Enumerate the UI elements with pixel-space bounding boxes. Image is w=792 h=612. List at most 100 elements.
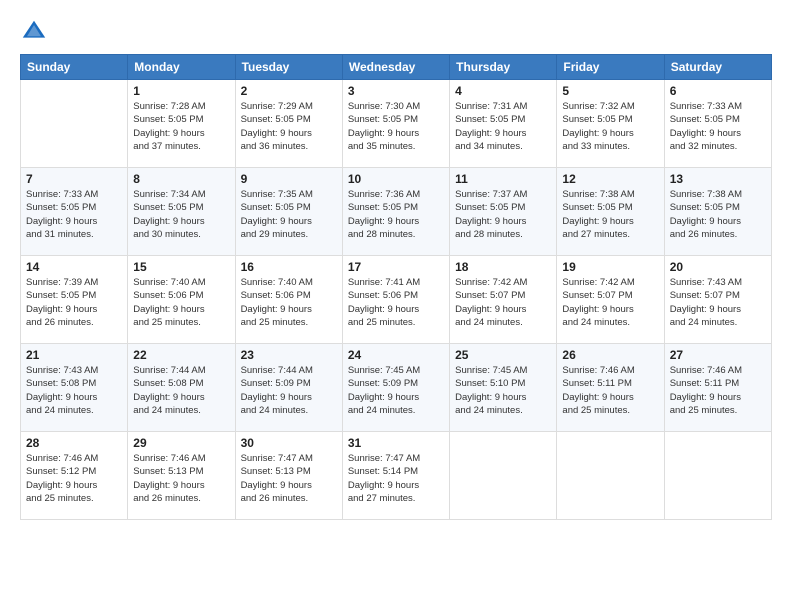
calendar-weekday-saturday: Saturday xyxy=(664,55,771,80)
day-info: Sunrise: 7:34 AM Sunset: 5:05 PM Dayligh… xyxy=(133,188,229,241)
day-info: Sunrise: 7:46 AM Sunset: 5:11 PM Dayligh… xyxy=(562,364,658,417)
day-info: Sunrise: 7:46 AM Sunset: 5:11 PM Dayligh… xyxy=(670,364,766,417)
day-info: Sunrise: 7:42 AM Sunset: 5:07 PM Dayligh… xyxy=(562,276,658,329)
calendar-day-3: 3 Sunrise: 7:30 AM Sunset: 5:05 PM Daylig… xyxy=(342,80,449,168)
day-number: 13 xyxy=(670,172,766,186)
calendar-empty-cell xyxy=(21,80,128,168)
calendar-day-25: 25 Sunrise: 7:45 AM Sunset: 5:10 PM Dayli… xyxy=(450,344,557,432)
day-number: 17 xyxy=(348,260,444,274)
calendar-day-23: 23 Sunrise: 7:44 AM Sunset: 5:09 PM Dayli… xyxy=(235,344,342,432)
calendar-week-3: 14Sunrise: 7:39 AM Sunset: 5:05 PM Dayli… xyxy=(21,256,772,344)
day-number: 19 xyxy=(562,260,658,274)
page: SundayMondayTuesdayWednesdayThursdayFrid… xyxy=(0,0,792,612)
day-info: Sunrise: 7:29 AM Sunset: 5:05 PM Dayligh… xyxy=(241,100,337,153)
calendar-week-5: 28 Sunrise: 7:46 AM Sunset: 5:12 PM Dayli… xyxy=(21,432,772,520)
calendar-day-7: 7Sunrise: 7:33 AM Sunset: 5:05 PM Daylig… xyxy=(21,168,128,256)
logo-icon xyxy=(20,18,48,46)
calendar-day-6: 6Sunrise: 7:33 AM Sunset: 5:05 PM Daylig… xyxy=(664,80,771,168)
day-info: Sunrise: 7:46 AM Sunset: 5:12 PM Dayligh… xyxy=(26,452,122,505)
calendar-day-20: 20 Sunrise: 7:43 AM Sunset: 5:07 PM Dayli… xyxy=(664,256,771,344)
day-info: Sunrise: 7:43 AM Sunset: 5:07 PM Dayligh… xyxy=(670,276,766,329)
calendar-day-19: 19 Sunrise: 7:42 AM Sunset: 5:07 PM Dayli… xyxy=(557,256,664,344)
calendar-empty-cell xyxy=(664,432,771,520)
day-info: Sunrise: 7:43 AM Sunset: 5:08 PM Dayligh… xyxy=(26,364,122,417)
day-info: Sunrise: 7:38 AM Sunset: 5:05 PM Dayligh… xyxy=(562,188,658,241)
day-info: Sunrise: 7:47 AM Sunset: 5:13 PM Dayligh… xyxy=(241,452,337,505)
calendar-header-row: SundayMondayTuesdayWednesdayThursdayFrid… xyxy=(21,55,772,80)
day-number: 1 xyxy=(133,84,229,98)
day-number: 9 xyxy=(241,172,337,186)
day-number: 5 xyxy=(562,84,658,98)
day-number: 18 xyxy=(455,260,551,274)
calendar-day-26: 26 Sunrise: 7:46 AM Sunset: 5:11 PM Dayli… xyxy=(557,344,664,432)
day-info: Sunrise: 7:39 AM Sunset: 5:05 PM Dayligh… xyxy=(26,276,122,329)
day-info: Sunrise: 7:31 AM Sunset: 5:05 PM Dayligh… xyxy=(455,100,551,153)
day-number: 16 xyxy=(241,260,337,274)
day-number: 28 xyxy=(26,436,122,450)
calendar-weekday-monday: Monday xyxy=(128,55,235,80)
day-number: 23 xyxy=(241,348,337,362)
calendar-day-5: 5 Sunrise: 7:32 AM Sunset: 5:05 PM Daylig… xyxy=(557,80,664,168)
calendar-day-8: 8 Sunrise: 7:34 AM Sunset: 5:05 PM Daylig… xyxy=(128,168,235,256)
calendar-day-4: 4Sunrise: 7:31 AM Sunset: 5:05 PM Daylig… xyxy=(450,80,557,168)
day-number: 29 xyxy=(133,436,229,450)
calendar-empty-cell xyxy=(450,432,557,520)
day-number: 21 xyxy=(26,348,122,362)
day-number: 15 xyxy=(133,260,229,274)
day-info: Sunrise: 7:42 AM Sunset: 5:07 PM Dayligh… xyxy=(455,276,551,329)
day-info: Sunrise: 7:30 AM Sunset: 5:05 PM Dayligh… xyxy=(348,100,444,153)
day-number: 25 xyxy=(455,348,551,362)
calendar-day-30: 30Sunrise: 7:47 AM Sunset: 5:13 PM Dayli… xyxy=(235,432,342,520)
calendar-day-21: 21 Sunrise: 7:43 AM Sunset: 5:08 PM Dayli… xyxy=(21,344,128,432)
calendar-weekday-thursday: Thursday xyxy=(450,55,557,80)
calendar-weekday-wednesday: Wednesday xyxy=(342,55,449,80)
day-info: Sunrise: 7:36 AM Sunset: 5:05 PM Dayligh… xyxy=(348,188,444,241)
day-info: Sunrise: 7:44 AM Sunset: 5:08 PM Dayligh… xyxy=(133,364,229,417)
day-info: Sunrise: 7:46 AM Sunset: 5:13 PM Dayligh… xyxy=(133,452,229,505)
header xyxy=(20,18,772,46)
day-info: Sunrise: 7:45 AM Sunset: 5:10 PM Dayligh… xyxy=(455,364,551,417)
calendar-weekday-tuesday: Tuesday xyxy=(235,55,342,80)
day-number: 24 xyxy=(348,348,444,362)
calendar-table: SundayMondayTuesdayWednesdayThursdayFrid… xyxy=(20,54,772,520)
calendar-week-2: 7Sunrise: 7:33 AM Sunset: 5:05 PM Daylig… xyxy=(21,168,772,256)
day-number: 26 xyxy=(562,348,658,362)
day-number: 2 xyxy=(241,84,337,98)
day-number: 11 xyxy=(455,172,551,186)
day-number: 12 xyxy=(562,172,658,186)
calendar-day-12: 12 Sunrise: 7:38 AM Sunset: 5:05 PM Dayli… xyxy=(557,168,664,256)
calendar-weekday-sunday: Sunday xyxy=(21,55,128,80)
calendar-day-10: 10Sunrise: 7:36 AM Sunset: 5:05 PM Dayli… xyxy=(342,168,449,256)
calendar-day-14: 14Sunrise: 7:39 AM Sunset: 5:05 PM Dayli… xyxy=(21,256,128,344)
day-number: 8 xyxy=(133,172,229,186)
calendar-day-28: 28 Sunrise: 7:46 AM Sunset: 5:12 PM Dayli… xyxy=(21,432,128,520)
calendar-empty-cell xyxy=(557,432,664,520)
day-info: Sunrise: 7:28 AM Sunset: 5:05 PM Dayligh… xyxy=(133,100,229,153)
day-info: Sunrise: 7:40 AM Sunset: 5:06 PM Dayligh… xyxy=(241,276,337,329)
day-info: Sunrise: 7:45 AM Sunset: 5:09 PM Dayligh… xyxy=(348,364,444,417)
logo xyxy=(20,18,52,46)
day-info: Sunrise: 7:32 AM Sunset: 5:05 PM Dayligh… xyxy=(562,100,658,153)
calendar-week-4: 21 Sunrise: 7:43 AM Sunset: 5:08 PM Dayli… xyxy=(21,344,772,432)
day-number: 20 xyxy=(670,260,766,274)
day-info: Sunrise: 7:47 AM Sunset: 5:14 PM Dayligh… xyxy=(348,452,444,505)
calendar-day-31: 31Sunrise: 7:47 AM Sunset: 5:14 PM Dayli… xyxy=(342,432,449,520)
calendar-day-1: 1 Sunrise: 7:28 AM Sunset: 5:05 PM Daylig… xyxy=(128,80,235,168)
calendar-day-9: 9 Sunrise: 7:35 AM Sunset: 5:05 PM Daylig… xyxy=(235,168,342,256)
day-info: Sunrise: 7:44 AM Sunset: 5:09 PM Dayligh… xyxy=(241,364,337,417)
day-info: Sunrise: 7:35 AM Sunset: 5:05 PM Dayligh… xyxy=(241,188,337,241)
calendar-day-27: 27 Sunrise: 7:46 AM Sunset: 5:11 PM Dayli… xyxy=(664,344,771,432)
calendar-day-15: 15 Sunrise: 7:40 AM Sunset: 5:06 PM Dayli… xyxy=(128,256,235,344)
day-info: Sunrise: 7:40 AM Sunset: 5:06 PM Dayligh… xyxy=(133,276,229,329)
day-number: 27 xyxy=(670,348,766,362)
day-number: 7 xyxy=(26,172,122,186)
calendar-day-2: 2 Sunrise: 7:29 AM Sunset: 5:05 PM Daylig… xyxy=(235,80,342,168)
day-number: 3 xyxy=(348,84,444,98)
calendar-day-13: 13Sunrise: 7:38 AM Sunset: 5:05 PM Dayli… xyxy=(664,168,771,256)
calendar-day-29: 29 Sunrise: 7:46 AM Sunset: 5:13 PM Dayli… xyxy=(128,432,235,520)
calendar-day-11: 11Sunrise: 7:37 AM Sunset: 5:05 PM Dayli… xyxy=(450,168,557,256)
day-number: 22 xyxy=(133,348,229,362)
calendar-day-18: 18 Sunrise: 7:42 AM Sunset: 5:07 PM Dayli… xyxy=(450,256,557,344)
calendar-weekday-friday: Friday xyxy=(557,55,664,80)
day-info: Sunrise: 7:33 AM Sunset: 5:05 PM Dayligh… xyxy=(670,100,766,153)
